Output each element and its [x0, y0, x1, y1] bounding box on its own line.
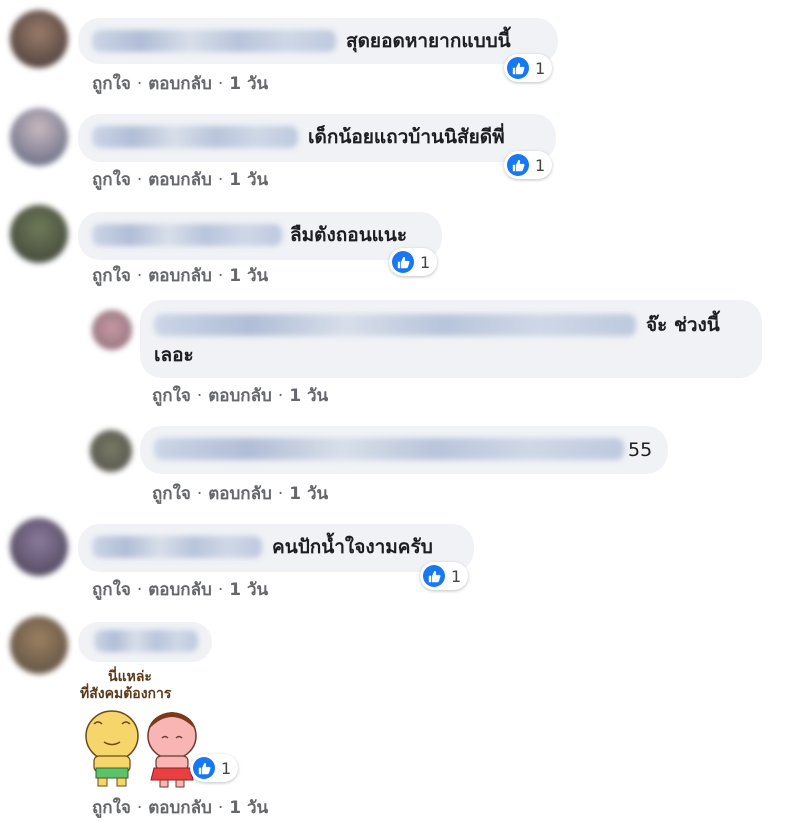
reply-link[interactable]: ตอบกลับ: [208, 484, 272, 504]
reply-link[interactable]: ตอบกลับ: [148, 580, 212, 600]
like-reaction-icon: [392, 251, 414, 273]
commenter-name[interactable]: [92, 126, 298, 148]
comment-text: เด็กน้อยแถวบ้านนิสัยดีพี่: [308, 126, 505, 148]
like-link[interactable]: ถูกใจ: [92, 798, 131, 818]
comment-actions: ถูกใจ · ตอบกลับ · 1 วัน: [152, 382, 328, 409]
reply-link[interactable]: ตอบกลับ: [148, 74, 212, 94]
like-link[interactable]: ถูกใจ: [92, 74, 131, 94]
commenter-name[interactable]: [154, 438, 624, 460]
commenter-name[interactable]: [92, 224, 282, 246]
comment-actions: ถูกใจ · ตอบกลับ · 1 วัน: [92, 794, 268, 821]
like-reaction-icon: [507, 154, 529, 176]
timestamp[interactable]: 1 วัน: [229, 798, 268, 818]
timestamp[interactable]: 1 วัน: [229, 74, 268, 94]
separator: ·: [217, 74, 224, 94]
reaction-count: 1: [535, 58, 546, 78]
avatar[interactable]: [10, 518, 68, 576]
avatar[interactable]: [92, 310, 132, 350]
reaction-count: 1: [420, 252, 431, 272]
reply-link[interactable]: ตอบกลับ: [148, 798, 212, 818]
reaction-badge[interactable]: 1: [389, 248, 438, 276]
comment-actions: ถูกใจ · ตอบกลับ · 1 วัน: [92, 70, 268, 97]
timestamp[interactable]: 1 วัน: [229, 170, 268, 190]
separator: ·: [277, 484, 284, 504]
separator: ·: [217, 170, 224, 190]
reaction-count: 1: [535, 155, 546, 175]
separator: ·: [136, 170, 143, 190]
reply-link[interactable]: ตอบกลับ: [148, 266, 212, 286]
reaction-count: 1: [221, 758, 232, 778]
commenter-name[interactable]: [154, 314, 636, 336]
reaction-badge[interactable]: 1: [504, 151, 553, 179]
like-link[interactable]: ถูกใจ: [152, 484, 191, 504]
reaction-count: 1: [451, 566, 462, 586]
separator: ·: [217, 798, 224, 818]
reaction-badge[interactable]: 1: [190, 754, 239, 782]
timestamp[interactable]: 1 วัน: [289, 386, 328, 406]
avatar[interactable]: [90, 430, 132, 472]
like-link[interactable]: ถูกใจ: [92, 580, 131, 600]
separator: ·: [136, 580, 143, 600]
reply-link[interactable]: ตอบกลับ: [208, 386, 272, 406]
timestamp[interactable]: 1 วัน: [229, 266, 268, 286]
avatar[interactable]: [10, 108, 68, 166]
like-link[interactable]: ถูกใจ: [152, 386, 191, 406]
separator: ·: [196, 484, 203, 504]
separator: ·: [196, 386, 203, 406]
timestamp[interactable]: 1 วัน: [289, 484, 328, 504]
sticker-characters: [85, 710, 197, 788]
comment-text-line-2: เลอะ: [154, 344, 194, 366]
like-reaction-icon: [423, 565, 445, 587]
reply-link[interactable]: ตอบกลับ: [148, 170, 212, 190]
separator: ·: [136, 266, 143, 286]
sticker[interactable]: นี่แหล่ะ ที่สังคมต้องการ: [78, 666, 208, 790]
comment-actions: ถูกใจ · ตอบกลับ · 1 วัน: [92, 166, 268, 193]
separator: ·: [217, 266, 224, 286]
like-reaction-icon: [507, 57, 529, 79]
timestamp[interactable]: 1 วัน: [229, 580, 268, 600]
avatar[interactable]: [10, 10, 68, 68]
commenter-name[interactable]: [94, 630, 198, 652]
comment-text: ลืมตังถอนแนะ: [290, 224, 408, 246]
separator: ·: [136, 798, 143, 818]
comment-text: สุดยอดหายากแบบนี้: [346, 30, 511, 52]
commenter-name[interactable]: [92, 30, 336, 52]
like-link[interactable]: ถูกใจ: [92, 170, 131, 190]
avatar[interactable]: [10, 205, 68, 263]
like-link[interactable]: ถูกใจ: [92, 266, 131, 286]
like-reaction-icon: [193, 757, 215, 779]
avatar[interactable]: [10, 616, 68, 674]
comment-text-line-1: จ๊ะ ช่วงนี้: [646, 314, 720, 336]
comment-actions: ถูกใจ · ตอบกลับ · 1 วัน: [92, 576, 268, 603]
sticker-caption-line-2: ที่สังคมต้องการ: [80, 686, 172, 702]
reaction-badge[interactable]: 1: [504, 54, 553, 82]
comment-text: คนปักน้ำใจงามครับ: [272, 536, 433, 558]
reaction-badge[interactable]: 1: [420, 562, 469, 590]
comment-text: 55: [628, 439, 653, 461]
separator: ·: [277, 386, 284, 406]
separator: ·: [136, 74, 143, 94]
comment-actions: ถูกใจ · ตอบกลับ · 1 วัน: [152, 480, 328, 507]
comment-actions: ถูกใจ · ตอบกลับ · 1 วัน: [92, 262, 268, 289]
commenter-name[interactable]: [92, 536, 262, 558]
separator: ·: [217, 580, 224, 600]
